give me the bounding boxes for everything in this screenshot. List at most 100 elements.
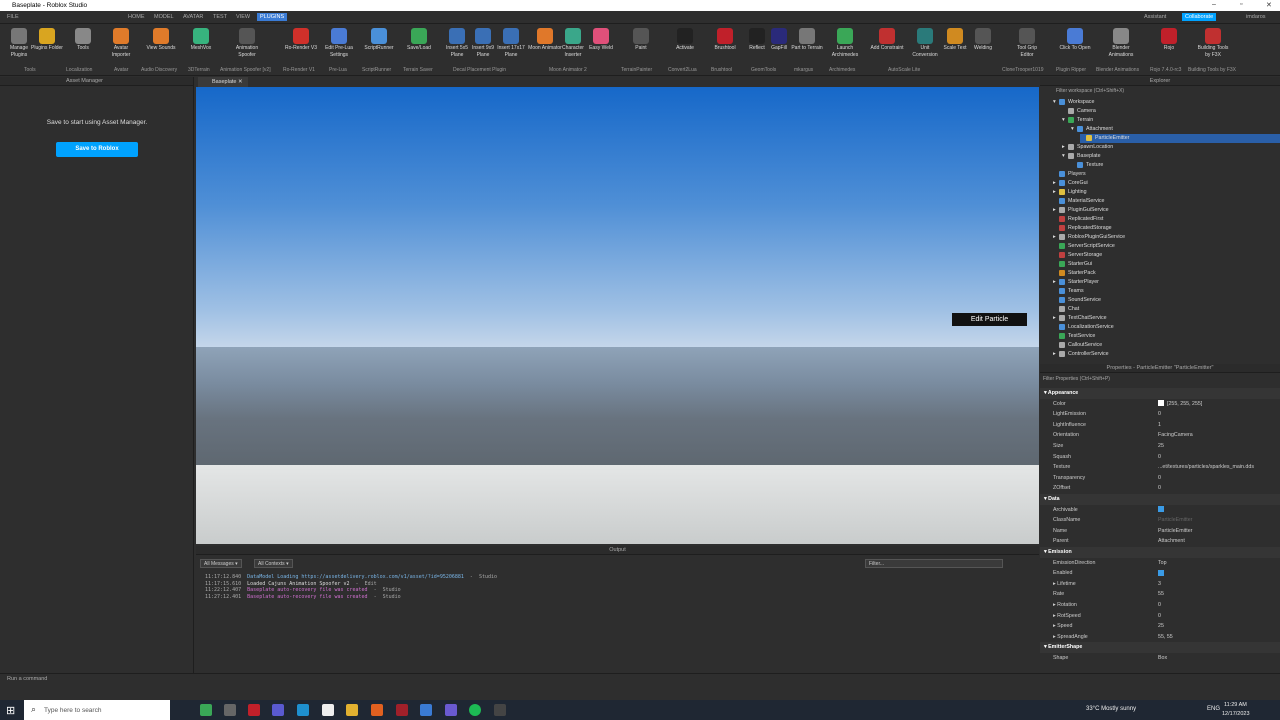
property-row[interactable]: Color [255, 255, 255]	[1040, 399, 1280, 410]
opera-gx-icon[interactable]	[396, 704, 408, 716]
explorer-item[interactable]: Players	[1053, 170, 1086, 179]
property-value[interactable]: 55	[1158, 589, 1164, 600]
command-bar[interactable]: Run a command	[0, 673, 1280, 683]
explorer-item[interactable]: ▾ Baseplate	[1062, 152, 1101, 161]
checkbox-checked-icon[interactable]	[1158, 506, 1164, 513]
property-value[interactable]: 1	[1158, 420, 1161, 431]
user-name[interactable]: imdaros	[1246, 14, 1266, 20]
properties-filter-input[interactable]: Filter Properties (Ctrl+Shift+P)	[1043, 376, 1110, 382]
menu-file[interactable]: FILE	[7, 14, 19, 20]
explorer-filter-input[interactable]: Filter workspace (Ctrl+Shift+X)	[1056, 88, 1124, 94]
ribbon-button-edit-pre-lua-settings[interactable]: Edit Pre-Lua Settings	[322, 28, 356, 59]
ribbon-button-paint[interactable]: Paint	[624, 28, 658, 52]
ribbon-button-blender-animations[interactable]: Blender Animations	[1104, 28, 1138, 59]
property-value[interactable]: 0	[1158, 600, 1161, 611]
ribbon-button-building-tools-by-f3x[interactable]: Building Tools by F3X	[1196, 28, 1230, 59]
ribbon-button-welding[interactable]: Welding	[966, 28, 1000, 52]
menu-avatar[interactable]: AVATAR	[183, 14, 203, 20]
ribbon-button-part-to-terrain[interactable]: Part to Terrain	[790, 28, 824, 52]
roblox-studio-icon[interactable]	[420, 704, 432, 716]
assistant-button[interactable]: Assistant	[1144, 14, 1166, 20]
obs-icon[interactable]	[494, 704, 506, 716]
ribbon-button-easy-weld[interactable]: Easy Weld	[584, 28, 618, 52]
menu-test[interactable]: TEST	[213, 14, 227, 20]
weather-text[interactable]: 33°C Mostly sunny	[1086, 706, 1136, 712]
explorer-item[interactable]: ReplicatedStorage	[1053, 224, 1112, 233]
property-row[interactable]: Name ParticleEmitter	[1040, 526, 1280, 537]
property-category[interactable]: ▾ Data	[1040, 494, 1280, 505]
property-value[interactable]: Attachment	[1158, 536, 1185, 547]
color-swatch[interactable]	[1158, 400, 1164, 407]
maximize-icon[interactable]: ▫	[1240, 1, 1242, 8]
output-filter-input[interactable]: Filter...	[865, 559, 1003, 568]
explorer-item[interactable]: ▸ StarterPlayer	[1053, 278, 1099, 287]
explorer-item[interactable]: ▾ Attachment	[1071, 125, 1113, 134]
property-row[interactable]: EmissionDirection Top	[1040, 558, 1280, 569]
property-value[interactable]: 0	[1158, 452, 1161, 463]
property-value[interactable]: 0	[1158, 483, 1161, 494]
firefox-icon[interactable]	[371, 704, 383, 716]
property-value[interactable]: Box	[1158, 653, 1167, 664]
property-row[interactable]: Parent Attachment	[1040, 536, 1280, 547]
property-value[interactable]	[1158, 505, 1164, 516]
explorer-item[interactable]: ▸ PluginGuiService	[1053, 206, 1109, 215]
property-row[interactable]: Squash 0	[1040, 452, 1280, 463]
property-row[interactable]: ▸ SpreadAngle 55, 55	[1040, 632, 1280, 643]
explorer-item[interactable]: ▸ SpawnLocation	[1062, 143, 1113, 152]
explorer-item[interactable]: TestService	[1053, 332, 1095, 341]
property-row[interactable]: Enabled	[1040, 568, 1280, 579]
menu-plugins[interactable]: PLUGINS	[257, 13, 288, 21]
spotify-icon[interactable]	[469, 704, 481, 716]
ribbon-button-insert-17x17-plane[interactable]: Insert 17x17 Plane	[494, 28, 528, 59]
property-row[interactable]: LightEmission 0	[1040, 409, 1280, 420]
property-row[interactable]: ▸ Speed 25	[1040, 621, 1280, 632]
clock-date[interactable]: 12/17/2023	[1222, 711, 1250, 717]
property-value[interactable]: 0	[1158, 409, 1161, 420]
property-row[interactable]: Rate 55	[1040, 589, 1280, 600]
ribbon-button-avatar-importer[interactable]: Avatar Importer	[104, 28, 138, 59]
ribbon-button-tools[interactable]: Tools	[66, 28, 100, 52]
property-row[interactable]: Archivable	[1040, 505, 1280, 516]
checkbox-checked-icon[interactable]	[1158, 569, 1164, 576]
property-row[interactable]: Size 25	[1040, 441, 1280, 452]
property-value[interactable]: 25	[1158, 441, 1164, 452]
minimize-icon[interactable]: –	[1212, 1, 1216, 8]
property-value[interactable]: [255, 255, 255]	[1158, 399, 1202, 410]
explorer-item[interactable]: CalloutService	[1053, 341, 1102, 350]
ribbon-button-tool-grip-editor[interactable]: Tool Grip Editor	[1010, 28, 1044, 59]
property-value[interactable]: Top	[1158, 558, 1167, 569]
close-icon[interactable]: ✕	[1266, 1, 1272, 9]
edge-icon[interactable]	[297, 704, 309, 716]
ribbon-button-meshvox[interactable]: MeshVox	[184, 28, 218, 52]
property-category[interactable]: ▾ Appearance	[1040, 388, 1280, 399]
explorer-item[interactable]: ▸ RobloxPluginGuiService	[1053, 233, 1125, 242]
ribbon-button-plugins-folder[interactable]: Plugins Folder	[30, 28, 64, 52]
ribbon-button-launch-archimedes[interactable]: Launch Archimedes	[828, 28, 862, 59]
property-value[interactable]: 3	[1158, 579, 1161, 590]
explorer-item[interactable]: ▸ CoreGui	[1053, 179, 1088, 188]
property-row[interactable]: Orientation FacingCamera	[1040, 430, 1280, 441]
explorer-item[interactable]: ▸ Lighting	[1053, 188, 1087, 197]
explorer-item[interactable]: ▸ ControllerService	[1053, 350, 1109, 359]
explorer-item[interactable]: ServerStorage	[1053, 251, 1102, 260]
menu-home[interactable]: HOME	[128, 14, 145, 20]
contexts-filter-dropdown[interactable]: All Contexts ▾	[254, 559, 293, 568]
explorer-item[interactable]: LocalizationService	[1053, 323, 1114, 332]
property-value[interactable]: 0	[1158, 611, 1161, 622]
close-tab-icon[interactable]: ✕	[238, 79, 243, 85]
menu-view[interactable]: VIEW	[236, 14, 250, 20]
edit-particle-tooltip[interactable]: Edit Particle	[952, 313, 1027, 326]
ribbon-button-add-constraint[interactable]: Add Constraint	[870, 28, 904, 52]
property-value[interactable]: 55, 55	[1158, 632, 1173, 643]
taskbar-search-input[interactable]: ⌕ Type here to search	[24, 700, 170, 720]
explorer-item[interactable]: ▾ Workspace	[1053, 98, 1094, 107]
clock-time[interactable]: 11:29 AM	[1224, 702, 1247, 708]
ribbon-button-animation-spoofer[interactable]: Animation Spoofer	[230, 28, 264, 59]
messages-filter-dropdown[interactable]: All Messages ▾	[200, 559, 242, 568]
window-icon[interactable]	[322, 704, 334, 716]
explorer-item[interactable]: ▸ TextChatService	[1053, 314, 1107, 323]
property-row[interactable]: ▸ RotSpeed 0	[1040, 611, 1280, 622]
ribbon-button-view-sounds[interactable]: View Sounds	[144, 28, 178, 52]
property-row[interactable]: Texture ...et/textures/particles/sparkles…	[1040, 462, 1280, 473]
explorer-item[interactable]: Texture	[1071, 161, 1103, 170]
